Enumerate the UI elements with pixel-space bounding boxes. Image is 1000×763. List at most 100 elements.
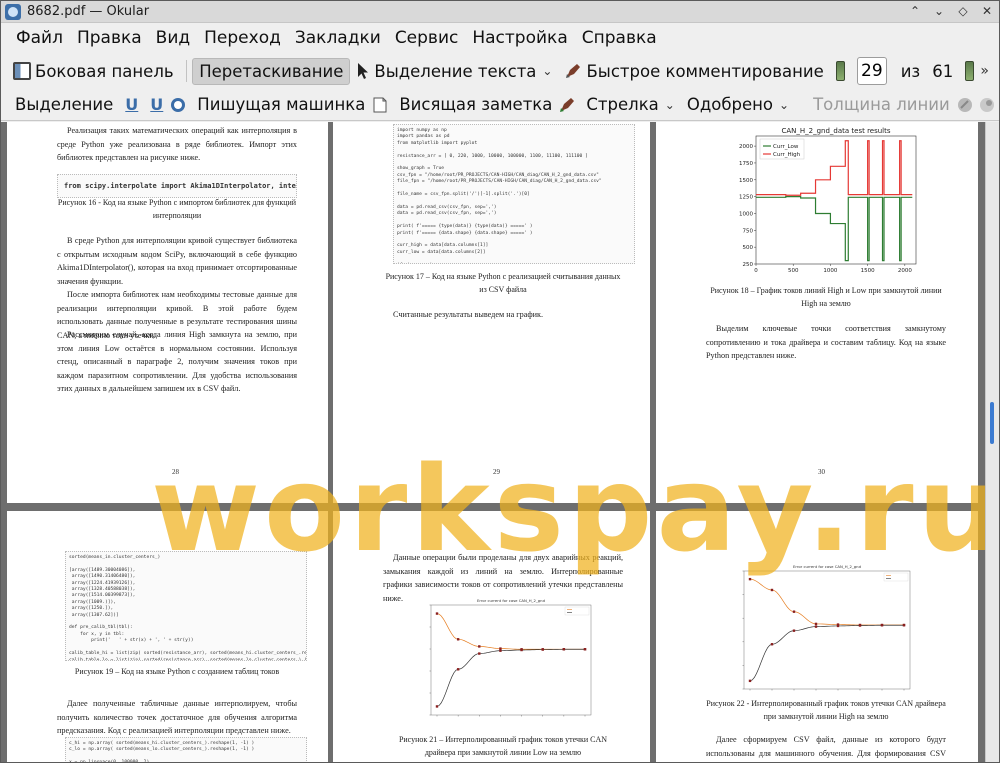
- y-tick-label: 1000: [739, 211, 753, 217]
- browse-tool-button[interactable]: Перетаскивание: [192, 57, 351, 85]
- data-point: [499, 649, 502, 652]
- y-tick-label: 2000: [739, 144, 753, 150]
- sidebar-button[interactable]: Боковая панель: [7, 59, 180, 84]
- series-line: [436, 648, 585, 707]
- okular-window: 8682.pdf — Okular ⌃ ⌄ ◇ ✕ Файл Правка Ви…: [0, 0, 1000, 763]
- legend-label: Curr_Low: [773, 144, 799, 150]
- quick-annotation-button[interactable]: Быстрое комментирование: [558, 59, 829, 84]
- data-point: [880, 624, 884, 627]
- legend-label: Curr_High: [773, 152, 801, 158]
- stamp-approved-button[interactable]: Одобрено ⌄: [681, 92, 795, 117]
- page29-number: 29: [493, 468, 500, 476]
- x-tick-label: 1000: [823, 268, 837, 274]
- menu-tools[interactable]: Сервис: [388, 28, 466, 48]
- line-width-button[interactable]: Толщина линии: [807, 92, 956, 117]
- data-point: [748, 679, 752, 683]
- data-point: [814, 622, 818, 626]
- note-icon[interactable]: [371, 96, 389, 114]
- chevron-down-icon[interactable]: ⌄: [665, 98, 675, 112]
- page33-para1: Далее сформируем CSV файл, данные из кот…: [706, 735, 946, 758]
- scrollbar-thumb[interactable]: [990, 402, 994, 444]
- legend-box: [564, 606, 590, 616]
- y-tick-label: 1250: [739, 195, 753, 201]
- page-30: CAN_H_2_gnd_data test results 250 500 750 10…: [656, 122, 978, 503]
- stamp-icon[interactable]: [169, 96, 187, 114]
- keep-above-icon[interactable]: ⌃: [907, 3, 923, 19]
- chart-title: Error current for case CAN_H_2_gnd: [793, 564, 862, 569]
- menu-edit[interactable]: Правка: [70, 28, 149, 48]
- quick-annotation-label: Быстрое комментирование: [586, 61, 824, 81]
- text-select-button[interactable]: Выделение текста ⌄: [350, 59, 558, 84]
- title-bar: 8682.pdf — Okular ⌃ ⌄ ◇ ✕: [1, 1, 999, 23]
- close-icon[interactable]: ✕: [979, 3, 995, 19]
- color-icon[interactable]: [956, 96, 974, 114]
- opacity-icon[interactable]: [978, 96, 996, 114]
- y-tick-label: 1500: [739, 178, 753, 184]
- interp-chart-high: Error current for case CAN_H_2_gnd: [742, 564, 911, 691]
- page31-para1: Далее полученные табличные данные интерп…: [57, 699, 297, 735]
- arrow-tool-button[interactable]: Стрелка ⌄: [580, 92, 680, 117]
- page29-caption: Рисунок 17 – Код на языке Python с реали…: [385, 272, 621, 294]
- series-line: [436, 613, 585, 650]
- squiggle-underline-icon[interactable]: U: [150, 95, 163, 114]
- okular-app-icon: [5, 3, 21, 20]
- x-tick-label: 0: [754, 268, 758, 274]
- toolbar-overflow-icon[interactable]: »: [980, 63, 989, 79]
- data-point: [858, 624, 862, 627]
- chevron-down-icon[interactable]: ⌄: [779, 98, 789, 112]
- vertical-scrollbar[interactable]: [985, 122, 999, 762]
- y-tick-label: 250: [743, 262, 754, 268]
- page-number-input[interactable]: 29: [857, 57, 887, 85]
- menu-bar: Файл Правка Вид Переход Закладки Сервис …: [1, 24, 999, 52]
- chart-title: CAN_H_2_gnd_data test results: [781, 127, 890, 135]
- data-point: [748, 577, 752, 581]
- menu-go[interactable]: Переход: [197, 28, 288, 48]
- page-33: Error current for case CAN_H_2_gnd Рисун…: [656, 511, 978, 762]
- chevron-down-icon[interactable]: ⌄: [542, 64, 552, 78]
- chart-legend: Curr_Low Curr_High: [759, 138, 805, 160]
- previous-page-icon[interactable]: [835, 61, 845, 81]
- floating-note-button[interactable]: Висящая заметка: [393, 92, 558, 117]
- y-tick-label: 750: [743, 228, 754, 234]
- next-page-icon[interactable]: [965, 61, 975, 81]
- data-point: [435, 612, 439, 615]
- underline-icon[interactable]: U: [125, 95, 138, 114]
- page30-caption: Рисунок 18 – График токов линий High и L…: [710, 286, 942, 308]
- typewriter-label: Пишущая машинка: [197, 95, 366, 114]
- maximize-icon[interactable]: ◇: [955, 3, 971, 19]
- data-point: [541, 648, 544, 651]
- data-point: [792, 610, 796, 613]
- highlight-tool-button[interactable]: Выделение: [9, 92, 119, 117]
- typewriter-button[interactable]: Пишущая машинка: [191, 92, 371, 117]
- y-tick-label: 500: [743, 245, 754, 251]
- window-controls: ⌃ ⌄ ◇ ✕: [907, 3, 995, 19]
- data-point: [792, 629, 796, 632]
- menu-view[interactable]: Вид: [149, 28, 197, 48]
- data-point: [583, 648, 587, 651]
- menu-file[interactable]: Файл: [9, 28, 70, 48]
- minimize-icon[interactable]: ⌄: [931, 3, 947, 19]
- arrow-pen-icon: [560, 97, 575, 112]
- menu-help[interactable]: Справка: [575, 28, 664, 48]
- line-width-label: Толщина линии: [813, 95, 950, 114]
- legend-box: [883, 572, 909, 582]
- document-view[interactable]: Реализация таких математических операций…: [1, 122, 985, 762]
- page-total: 61: [932, 61, 954, 81]
- series-line-curr-low: [756, 196, 913, 262]
- menu-bookmarks[interactable]: Закладки: [288, 28, 388, 48]
- page29-code: import numpy as np import pandas as pd f…: [393, 124, 635, 264]
- data-point: [814, 625, 818, 628]
- plot-frame: [743, 570, 911, 690]
- page-of-label: из: [900, 61, 921, 81]
- page-29: import numpy as np import pandas as pd f…: [333, 122, 650, 503]
- highlighter-pen-icon: [566, 64, 581, 78]
- menu-settings[interactable]: Настройка: [465, 28, 574, 48]
- floating-note-label: Висящая заметка: [399, 95, 553, 114]
- interp-chart-low: Error current for case CAN_H_2_gnd: [429, 598, 592, 717]
- page28-number: 28: [172, 468, 179, 476]
- page31-code2: c_hi = np.array( sorted(means_hi.cluster…: [65, 737, 307, 762]
- data-point: [456, 638, 460, 641]
- data-point: [902, 624, 906, 627]
- highlight-tool-label: Выделение: [15, 95, 114, 114]
- browse-tool-label: Перетаскивание: [199, 61, 344, 81]
